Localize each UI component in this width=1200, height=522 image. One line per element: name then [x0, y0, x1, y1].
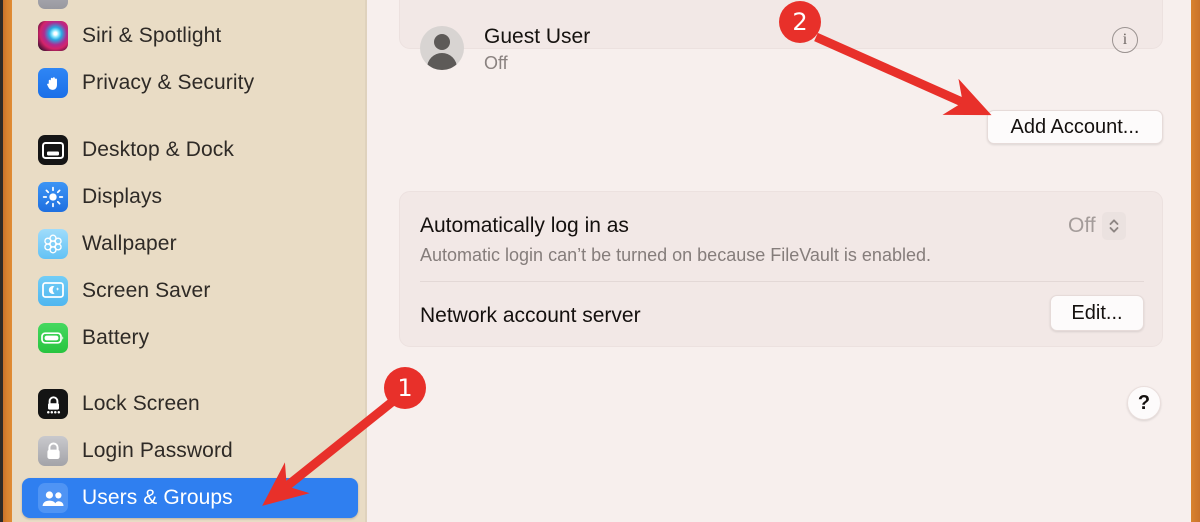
siri-icon [38, 21, 68, 51]
avatar [420, 26, 464, 70]
sidebar-item-label: Displays [82, 185, 163, 208]
window-right-orange-border [1191, 0, 1200, 522]
network-account-server-label: Network account server [420, 304, 641, 327]
sidebar-item-login-password[interactable]: Login Password [22, 431, 358, 471]
login-options-card: Automatically log in as Automatic login … [399, 191, 1163, 347]
sidebar-item-label: Lock Screen [82, 392, 200, 415]
sidebar-item-label: Battery [82, 326, 150, 349]
sidebar-item-label: Wallpaper [82, 232, 177, 255]
sidebar-item-displays[interactable]: Displays [22, 177, 358, 217]
sidebar-item-siri-spotlight[interactable]: Siri & Spotlight [22, 16, 358, 56]
auto-login-popup-button[interactable]: Off [1068, 212, 1126, 240]
brightness-icon [38, 182, 68, 212]
sidebar-item-label: Privacy & Security [82, 71, 255, 94]
hand-icon [38, 68, 68, 98]
edit-button[interactable]: Edit... [1050, 295, 1144, 331]
lock-dots-icon [38, 389, 68, 419]
sidebar-item-battery[interactable]: Battery [22, 318, 358, 358]
sidebar-item-lock-screen[interactable]: Lock Screen [22, 384, 358, 424]
annotation-badge-2: 2 [779, 1, 821, 43]
moon-screen-icon [38, 276, 68, 306]
sidebar-item-label: Siri & Spotlight [82, 24, 222, 47]
avatar-body [427, 53, 457, 70]
up-down-chevron-icon [1101, 212, 1126, 240]
sidebar-item-label: Screen Saver [82, 279, 211, 302]
window-left-orange-border [3, 0, 12, 522]
battery-icon [38, 323, 68, 353]
sidebar-item-screen-saver[interactable]: Screen Saver [22, 271, 358, 311]
sidebar-item-label: Users & Groups [82, 486, 233, 509]
two-people-icon [38, 483, 68, 513]
partial-cut-icon [38, 0, 68, 9]
help-button[interactable]: ? [1127, 386, 1161, 420]
guest-user-status: Off [484, 53, 508, 73]
desktop-dock-icon [38, 135, 68, 165]
auto-login-value: Off [1068, 214, 1096, 237]
padlock-icon [38, 436, 68, 466]
sidebar-item-label: Desktop & Dock [82, 138, 234, 161]
system-settings-window: Siri & Spotlight Privacy & Security Desk… [0, 0, 1200, 522]
info-icon[interactable]: i [1112, 27, 1138, 53]
sidebar-item-privacy-security[interactable]: Privacy & Security [22, 63, 358, 103]
flower-icon [38, 229, 68, 259]
sidebar-item-users-groups[interactable]: Users & Groups [22, 478, 358, 518]
auto-login-description: Automatic login can’t be turned on becau… [420, 245, 931, 265]
sidebar-item-label: Login Password [82, 439, 233, 462]
add-account-button[interactable]: Add Account... [987, 110, 1163, 144]
sidebar-item-partial[interactable] [22, 0, 358, 14]
sidebar-item-desktop-dock[interactable]: Desktop & Dock [22, 130, 358, 170]
settings-sidebar: Siri & Spotlight Privacy & Security Desk… [12, 0, 365, 522]
auto-login-title: Automatically log in as [420, 214, 629, 237]
annotation-badge-1: 1 [384, 367, 426, 409]
card-divider [420, 281, 1144, 282]
guest-user-name: Guest User [484, 25, 591, 48]
avatar-head [434, 34, 450, 50]
sidebar-item-wallpaper[interactable]: Wallpaper [22, 224, 358, 264]
users-groups-pane: Guest User Off i Add Account... Automati… [367, 0, 1191, 522]
